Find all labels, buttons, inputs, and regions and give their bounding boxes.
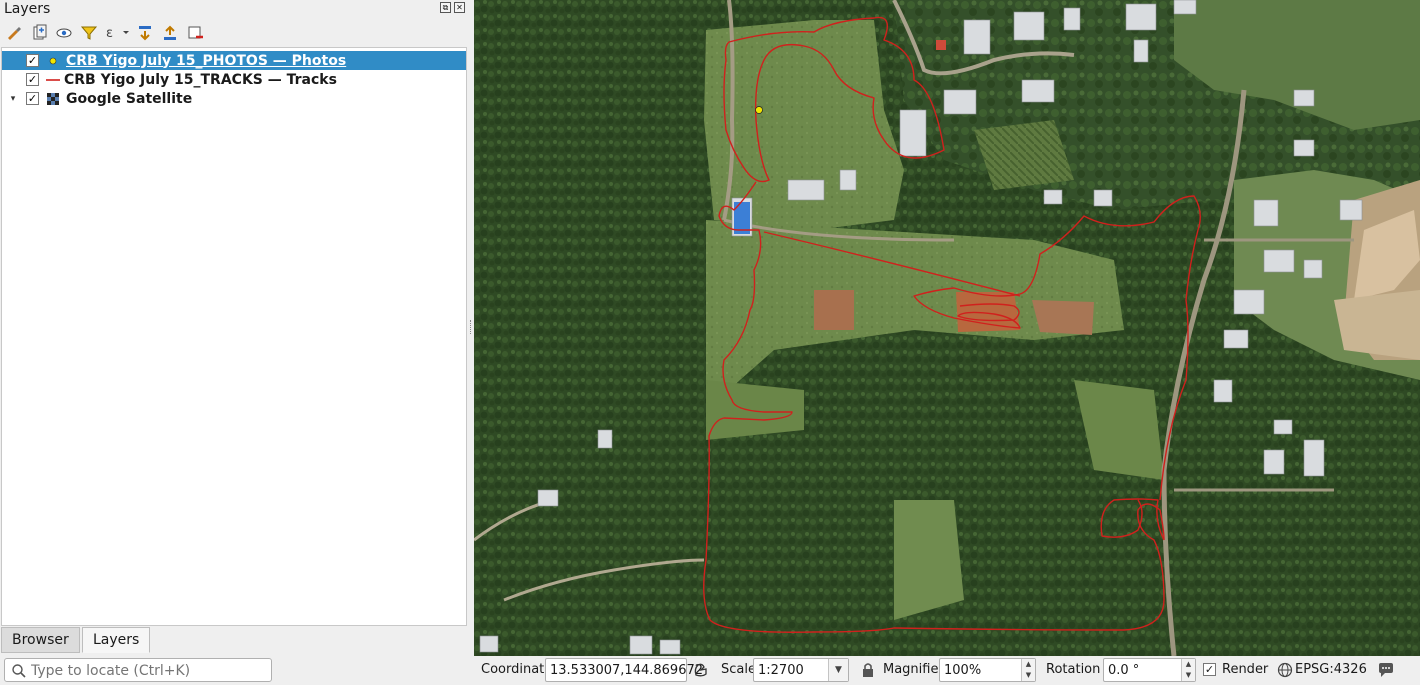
rotation-label: Rotation <box>1046 662 1101 677</box>
status-bar: Coordinate 13.533007,144.869672 Scale 1:… <box>0 656 1420 685</box>
photo-point-marker <box>755 106 763 114</box>
layer-label: Google Satellite <box>66 90 193 107</box>
layers-panel: Layers ⧉ ✕ ε ✓ CRB Yigo July 15_PHOTOS —… <box>0 0 468 656</box>
layers-panel-title: Layers <box>4 1 51 17</box>
layer-visibility-checkbox[interactable]: ✓ <box>26 73 39 86</box>
rotation-spinbox[interactable]: 0.0 ° ▲ ▼ <box>1103 658 1196 682</box>
rotation-value: 0.0 ° <box>1108 663 1140 678</box>
point-symbol-icon <box>46 54 60 68</box>
float-panel-icon[interactable]: ⧉ <box>440 2 451 13</box>
scale-label: Scale <box>721 662 756 677</box>
messages-icon[interactable] <box>1377 661 1395 679</box>
layer-label: CRB Yigo July 15_PHOTOS — Photos <box>66 52 347 69</box>
extents-toggle-icon[interactable] <box>692 661 710 679</box>
scale-combobox[interactable]: 1:2700 ▼ <box>753 658 849 682</box>
expand-arrow-icon[interactable]: ▾ <box>8 94 18 104</box>
lock-scale-icon[interactable] <box>861 662 875 678</box>
magnifier-value: 100% <box>944 663 982 678</box>
dock-tab-bar: Browser Layers <box>0 626 468 654</box>
magnifier-spinbox[interactable]: 100% ▲ ▼ <box>939 658 1036 682</box>
locator-input[interactable] <box>31 662 267 679</box>
filter-legend-icon[interactable] <box>79 23 99 43</box>
satellite-map[interactable] <box>474 0 1420 656</box>
layer-tree: ✓ CRB Yigo July 15_PHOTOS — Photos ✓ CRB… <box>1 47 467 626</box>
globe-crs-icon[interactable] <box>1277 662 1293 678</box>
layer-row-google-satellite[interactable]: ▾ ✓ Google Satellite <box>2 89 466 108</box>
map-canvas[interactable] <box>474 0 1420 656</box>
layer-visibility-checkbox[interactable]: ✓ <box>26 92 39 105</box>
layer-visibility-checkbox[interactable]: ✓ <box>26 54 39 67</box>
filter-expression-icon[interactable]: ε <box>104 23 130 43</box>
collapse-all-icon[interactable] <box>160 23 180 43</box>
tab-browser[interactable]: Browser <box>1 627 80 653</box>
coordinate-field[interactable]: 13.533007,144.869672 <box>545 658 703 682</box>
magnifier-label: Magnifier <box>883 662 944 677</box>
close-panel-icon[interactable]: ✕ <box>454 2 465 13</box>
coordinate-value: 13.533007,144.869672 <box>550 663 704 678</box>
svg-text:ε: ε <box>106 26 113 41</box>
layers-panel-titlebar: Layers ⧉ ✕ <box>0 0 468 18</box>
spin-arrows-icon[interactable]: ▲ ▼ <box>1021 659 1035 681</box>
layers-toolbar: ε <box>4 22 205 44</box>
render-checkbox[interactable]: ✓ <box>1203 663 1216 676</box>
remove-layer-icon[interactable] <box>185 23 205 43</box>
render-label: Render <box>1222 662 1269 677</box>
scale-value: 1:2700 <box>758 663 804 678</box>
chevron-down-icon[interactable]: ▼ <box>828 659 848 681</box>
search-icon <box>12 664 26 678</box>
line-symbol-icon <box>46 73 60 87</box>
layer-label: CRB Yigo July 15_TRACKS — Tracks <box>64 71 337 88</box>
layer-row-tracks[interactable]: ✓ CRB Yigo July 15_TRACKS — Tracks <box>2 70 466 89</box>
expand-all-icon[interactable] <box>135 23 155 43</box>
raster-symbol-icon <box>46 92 60 106</box>
tab-layers[interactable]: Layers <box>82 627 151 653</box>
locator-bar[interactable] <box>4 658 272 682</box>
splitter-grip[interactable] <box>470 320 472 334</box>
coordinate-label: Coordinate <box>481 662 553 677</box>
crs-label[interactable]: EPSG:4326 <box>1295 662 1367 677</box>
add-group-icon[interactable] <box>29 23 49 43</box>
style-brush-icon[interactable] <box>4 23 24 43</box>
visibility-eye-icon[interactable] <box>54 23 74 43</box>
layer-row-photos[interactable]: ✓ CRB Yigo July 15_PHOTOS — Photos <box>2 51 466 70</box>
spin-arrows-icon[interactable]: ▲ ▼ <box>1181 659 1195 681</box>
